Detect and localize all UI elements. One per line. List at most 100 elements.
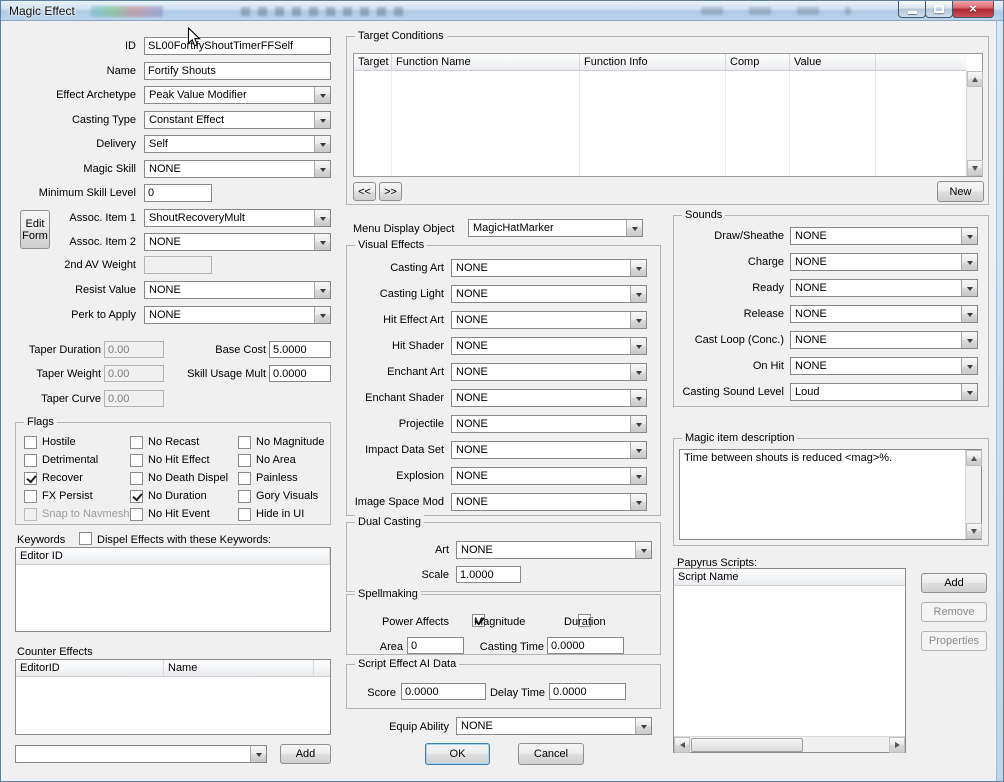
maximize-button[interactable] (925, 1, 953, 18)
flag-checkbox-row[interactable]: Gory Visuals (238, 487, 325, 505)
scroll-left-button[interactable] (674, 737, 690, 753)
flag-checkbox[interactable] (24, 471, 37, 485)
score-input[interactable]: 0.0000 (401, 683, 486, 700)
minimum-skill-level-input[interactable]: 0 (144, 184, 212, 202)
sound-select[interactable]: NONE (790, 253, 978, 271)
flag-checkbox[interactable] (238, 507, 251, 521)
scroll-up-button[interactable] (967, 71, 983, 87)
menu-display-object-select[interactable]: MagicHatMarker (468, 219, 643, 237)
chevron-down-icon[interactable] (626, 220, 642, 236)
chevron-down-icon[interactable] (961, 280, 977, 296)
chevron-down-icon[interactable] (314, 136, 330, 152)
base-cost-input[interactable]: 5.0000 (269, 341, 331, 358)
assoc-item-2-select[interactable]: NONE (144, 233, 331, 251)
magic-skill-select[interactable]: NONE (144, 160, 331, 178)
chevron-down-icon[interactable] (314, 282, 330, 298)
chevron-down-icon[interactable] (635, 542, 651, 558)
chevron-down-icon[interactable] (314, 234, 330, 250)
assoc-item-1-select[interactable]: ShoutRecoveryMult (144, 209, 331, 227)
counter-add-button[interactable]: Add (280, 744, 331, 764)
sound-select[interactable]: NONE (790, 305, 978, 323)
dual-casting-art-select[interactable]: NONE (456, 541, 652, 559)
target-conditions-table[interactable]: Target Function Name Function Info Comp … (353, 53, 983, 177)
flag-checkbox-row[interactable]: Hostile (24, 433, 129, 451)
chevron-down-icon[interactable] (250, 746, 266, 762)
cancel-button[interactable]: Cancel (518, 743, 584, 765)
flag-checkbox-row[interactable]: No Duration (130, 487, 228, 505)
chevron-down-icon[interactable] (630, 494, 646, 510)
flag-checkbox-row[interactable]: No Magnitude (238, 433, 325, 451)
chevron-down-icon[interactable] (961, 332, 977, 348)
minimize-button[interactable] (898, 1, 926, 18)
skill-usage-mult-input[interactable]: 0.0000 (269, 365, 331, 382)
flag-checkbox[interactable] (24, 435, 37, 449)
target-col-value[interactable]: Value (790, 54, 876, 70)
chevron-down-icon[interactable] (961, 228, 977, 244)
flag-checkbox-row[interactable]: No Death Dispel (130, 469, 228, 487)
chevron-down-icon[interactable] (630, 390, 646, 406)
papyrus-add-button[interactable]: Add (921, 573, 987, 593)
papyrus-column-script-name[interactable]: Script Name (674, 569, 905, 585)
sound-select[interactable]: NONE (790, 279, 978, 297)
description-text[interactable]: Time between shouts is reduced <mag>%. (680, 450, 965, 539)
area-input[interactable]: 0 (407, 637, 464, 654)
sound-select[interactable]: NONE (790, 357, 978, 375)
chevron-down-icon[interactable] (630, 416, 646, 432)
target-col-function-name[interactable]: Function Name (392, 54, 580, 70)
chevron-down-icon[interactable] (314, 112, 330, 128)
scroll-down-button[interactable] (967, 160, 983, 176)
counter-column-name[interactable]: Name (164, 660, 314, 676)
visual-effect-select[interactable]: NONE (451, 337, 647, 355)
chevron-down-icon[interactable] (630, 364, 646, 380)
dual-casting-scale-input[interactable]: 1.0000 (456, 566, 521, 583)
equip-ability-select[interactable]: NONE (456, 717, 652, 735)
casting-time-input[interactable]: 0.0000 (547, 637, 624, 654)
chevron-down-icon[interactable] (630, 312, 646, 328)
visual-effect-select[interactable]: NONE (451, 363, 647, 381)
visual-effect-select[interactable]: NONE (451, 493, 647, 511)
sound-select[interactable]: Loud (790, 383, 978, 401)
perk-to-apply-select[interactable]: NONE (144, 306, 331, 324)
flag-checkbox[interactable] (238, 453, 251, 467)
papyrus-scripts-list[interactable]: Script Name (673, 568, 906, 753)
scroll-up-button[interactable] (966, 450, 982, 466)
visual-effect-select[interactable]: NONE (451, 259, 647, 277)
scroll-right-button[interactable] (889, 737, 905, 753)
casting-type-select[interactable]: Constant Effect (144, 111, 331, 129)
delivery-select[interactable]: Self (144, 135, 331, 153)
condition-prev-button[interactable]: << (353, 182, 376, 201)
keywords-column-editor-id[interactable]: Editor ID (16, 548, 330, 564)
name-input[interactable]: Fortify Shouts (144, 62, 331, 80)
scroll-thumb[interactable] (691, 738, 803, 752)
papyrus-hscrollbar[interactable] (674, 736, 905, 753)
close-button[interactable]: × (952, 1, 994, 18)
chevron-down-icon[interactable] (630, 442, 646, 458)
target-col-target[interactable]: Target (354, 54, 392, 70)
visual-effect-select[interactable]: NONE (451, 389, 647, 407)
chevron-down-icon[interactable] (961, 358, 977, 374)
flag-checkbox-row[interactable]: Hide in UI (238, 505, 325, 523)
id-input[interactable]: SL00FortifyShoutTimerFFSelf (144, 37, 331, 55)
visual-effect-select[interactable]: NONE (451, 441, 647, 459)
flag-checkbox[interactable] (238, 489, 251, 503)
chevron-down-icon[interactable] (630, 468, 646, 484)
flag-checkbox-row[interactable]: No Area (238, 451, 325, 469)
dispel-keywords-checkbox[interactable] (79, 532, 92, 545)
flag-checkbox-row[interactable]: Snap to Navmesh (24, 505, 129, 523)
chevron-down-icon[interactable] (314, 161, 330, 177)
chevron-down-icon[interactable] (630, 260, 646, 276)
chevron-down-icon[interactable] (314, 210, 330, 226)
counter-effects-list[interactable]: EditorID Name (15, 659, 331, 735)
chevron-down-icon[interactable] (961, 384, 977, 400)
target-col-function-info[interactable]: Function Info (580, 54, 726, 70)
flag-checkbox[interactable] (238, 435, 251, 449)
chevron-down-icon[interactable] (314, 307, 330, 323)
target-col-comp[interactable]: Comp (726, 54, 790, 70)
flag-checkbox-row[interactable]: No Hit Event (130, 505, 228, 523)
visual-effect-select[interactable]: NONE (451, 285, 647, 303)
description-vscrollbar[interactable] (965, 450, 982, 539)
sound-select[interactable]: NONE (790, 227, 978, 245)
target-conditions-vscrollbar[interactable] (966, 71, 983, 176)
new-condition-button[interactable]: New (937, 181, 984, 202)
chevron-down-icon[interactable] (635, 718, 651, 734)
